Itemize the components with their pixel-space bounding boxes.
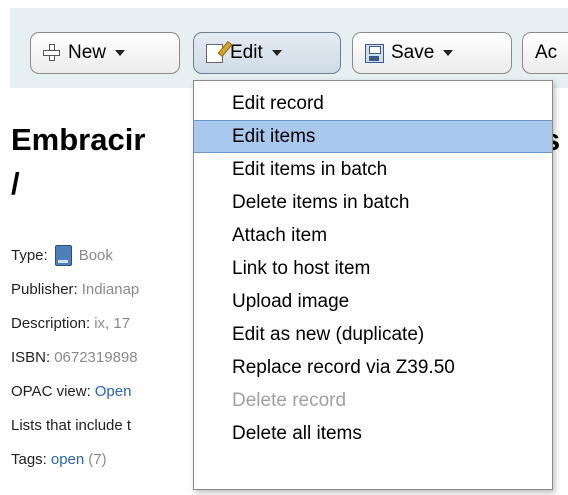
edit-button[interactable]: Edit	[193, 32, 341, 74]
edit-button-label: Edit	[230, 42, 263, 63]
new-button-label: New	[68, 42, 107, 63]
page-subtitle: /	[11, 166, 20, 201]
menu-item-edit-record[interactable]: Edit record	[194, 87, 552, 120]
toolbar: New Edit Save Ac	[10, 8, 568, 88]
detail-value: Indianap	[81, 280, 140, 298]
add-to-button-label: Ac	[535, 42, 558, 63]
add-to-button[interactable]: Ac	[522, 32, 568, 74]
menu-item-delete-all-items[interactable]: Delete all items	[194, 417, 552, 450]
plus-icon	[43, 44, 61, 62]
detail-description: Description: ix, 17	[11, 306, 211, 340]
detail-label: Type:	[11, 246, 48, 264]
menu-item-link-to-host-item[interactable]: Link to host item	[194, 252, 552, 285]
chevron-down-icon	[115, 50, 126, 56]
detail-label: ISBN:	[11, 348, 51, 366]
chevron-down-icon	[443, 50, 454, 56]
menu-item-replace-record[interactable]: Replace record via Z39.50	[194, 351, 552, 384]
tag-link[interactable]: open	[51, 451, 84, 468]
detail-label: Tags:	[11, 450, 47, 468]
record-details: Type: Book Publisher: Indianap Descripti…	[11, 238, 211, 476]
detail-value: ix, 17	[94, 314, 131, 332]
detail-label: OPAC view:	[11, 382, 91, 400]
detail-tags: Tags: open (7)	[11, 442, 211, 476]
detail-label: Publisher:	[11, 280, 78, 298]
detail-value: Book	[78, 246, 113, 264]
chevron-down-icon	[271, 50, 282, 56]
menu-item-upload-image[interactable]: Upload image	[194, 285, 552, 318]
edit-icon	[206, 43, 223, 63]
detail-value: 0672319898	[54, 348, 138, 366]
save-button[interactable]: Save	[352, 32, 512, 74]
save-icon	[365, 43, 384, 63]
page-title: Embracir	[11, 122, 146, 157]
detail-opac-view: OPAC view: Open	[11, 374, 211, 408]
menu-item-delete-record: Delete record	[232, 390, 347, 411]
detail-lists: Lists that include t	[11, 408, 211, 442]
detail-isbn: ISBN: 0672319898	[11, 340, 211, 374]
edit-dropdown-menu: Edit record Edit items Edit items in bat…	[193, 80, 553, 490]
detail-label: Description:	[11, 314, 91, 332]
menu-item-edit-as-new[interactable]: Edit as new (duplicate)	[194, 318, 552, 351]
detail-label: Lists that include t	[11, 416, 132, 434]
book-icon	[54, 244, 72, 266]
new-button[interactable]: New	[30, 32, 180, 74]
detail-publisher: Publisher: Indianap	[11, 272, 211, 306]
opac-view-link[interactable]: Open	[95, 383, 132, 400]
menu-item-edit-items-in-batch[interactable]: Edit items in batch	[194, 153, 552, 186]
menu-item-delete-items-in-batch[interactable]: Delete items in batch	[194, 186, 552, 219]
menu-item-attach-item[interactable]: Attach item	[194, 219, 552, 252]
tag-count: (7)	[88, 450, 107, 468]
save-button-label: Save	[391, 42, 435, 63]
detail-type: Type: Book	[11, 238, 211, 272]
menu-item-edit-items[interactable]: Edit items	[194, 120, 552, 153]
